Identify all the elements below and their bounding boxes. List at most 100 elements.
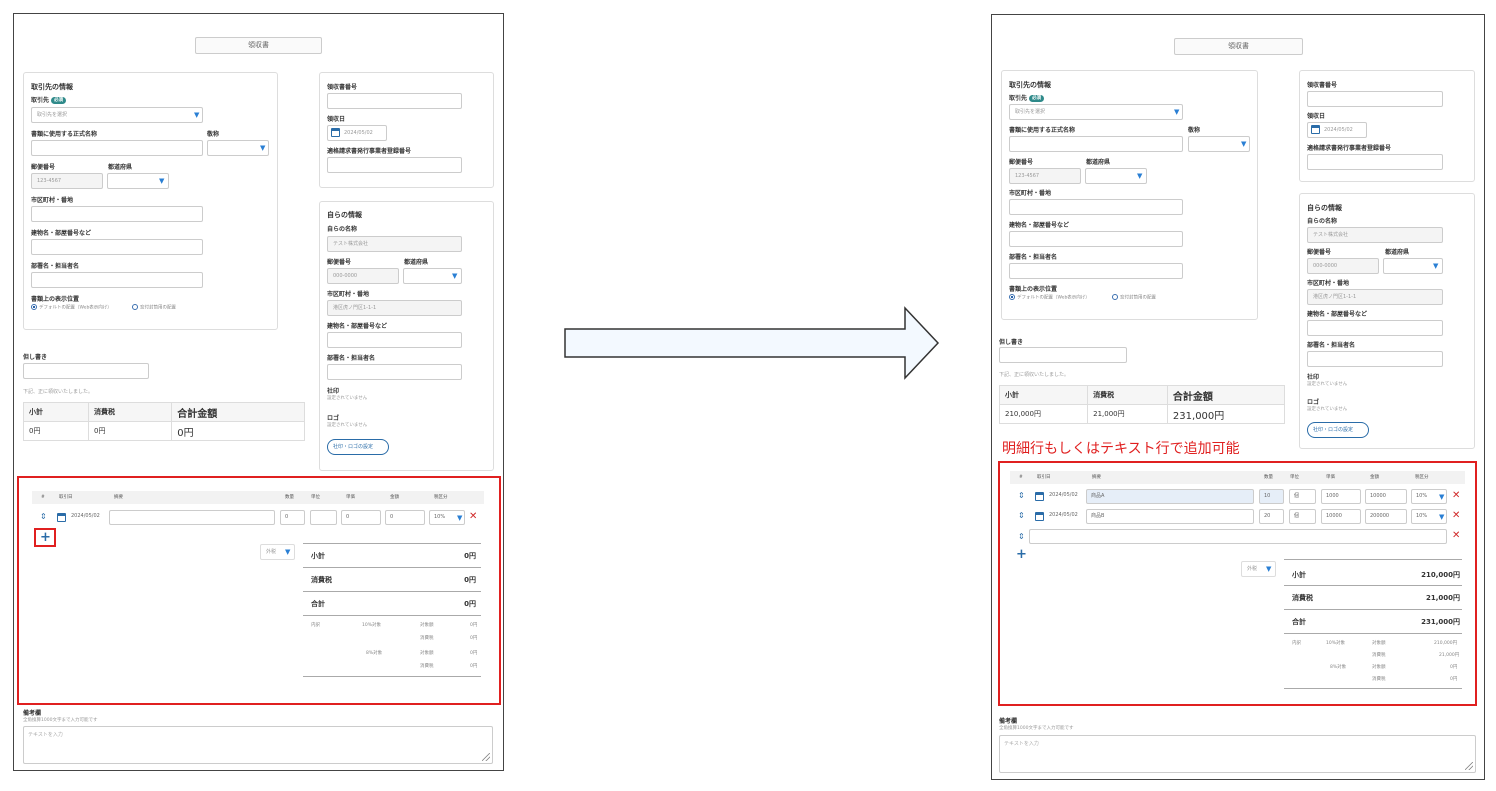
- document-title: 領収書: [1174, 38, 1303, 55]
- own-dept-input[interactable]: [1307, 351, 1443, 367]
- date-cell[interactable]: 2024/05/02: [67, 510, 109, 525]
- drag-handle-icon[interactable]: ⇕: [40, 513, 47, 521]
- radio-default[interactable]: デフォルトの配置（Web表示向け）: [1009, 294, 1090, 301]
- add-row-icon[interactable]: +: [1016, 548, 1027, 561]
- client-heading: 取引先の情報: [1009, 81, 1051, 89]
- calendar-icon[interactable]: [57, 513, 66, 522]
- receipt-date-label: 領収日: [1307, 113, 1326, 120]
- client-select[interactable]: 取引先を選択: [1009, 104, 1183, 120]
- seal-logo-setting-button[interactable]: 社印・ロゴの設定: [1307, 422, 1369, 438]
- postal-input[interactable]: 123-4567: [31, 173, 103, 189]
- own-postal-label: 郵便番号: [1307, 249, 1332, 256]
- summary-subtotal: 小計 210,000円: [1292, 571, 1460, 579]
- remarks-textarea[interactable]: テキストを入力: [23, 726, 493, 764]
- price-cell[interactable]: 1000: [1321, 489, 1361, 504]
- qty-cell[interactable]: 20: [1259, 509, 1284, 524]
- own-city-input[interactable]: 港区虎ノ門区1-1-1: [327, 300, 462, 316]
- amount-cell[interactable]: 10000: [1365, 489, 1407, 504]
- own-postal-input[interactable]: 000-0000: [327, 268, 399, 284]
- seal-label: 社印: [327, 388, 340, 395]
- amount-cell[interactable]: 200000: [1365, 509, 1407, 524]
- calendar-icon[interactable]: [1035, 492, 1044, 501]
- invoice-reg-input[interactable]: [327, 157, 462, 173]
- own-dept-label: 部署名・担当者名: [1307, 342, 1356, 349]
- date-cell[interactable]: 2024/05/02: [1045, 509, 1085, 524]
- desc-cell[interactable]: 商品B: [1086, 509, 1254, 524]
- own-building-input[interactable]: [1307, 320, 1443, 336]
- totals-value: 0円: [88, 421, 173, 441]
- delete-row-icon[interactable]: ✕: [469, 512, 477, 522]
- breakdown-eight: 8%対象: [1330, 665, 1347, 670]
- calendar-icon: [331, 128, 340, 137]
- dept-input[interactable]: [1009, 263, 1183, 279]
- official-name-input[interactable]: [31, 140, 203, 156]
- pref-label: 都道府県: [108, 164, 133, 171]
- official-name-label: 書類に使用する正式名称: [31, 131, 98, 138]
- own-name-input[interactable]: テスト株式会社: [327, 236, 462, 252]
- desc-cell[interactable]: 商品A: [1086, 489, 1254, 504]
- chevron-down-icon: ▼: [1266, 565, 1272, 573]
- unit-cell[interactable]: 個: [1289, 509, 1316, 524]
- add-row-icon[interactable]: +: [40, 531, 51, 544]
- totals-table: 小計 消費税 合計金額 210,000円 21,000円 231,000円: [998, 385, 1286, 424]
- own-postal-input[interactable]: 000-0000: [1307, 258, 1379, 274]
- amount-cell[interactable]: 0: [385, 510, 425, 525]
- remarks-label: 備考欄: [23, 710, 42, 717]
- own-building-input[interactable]: [327, 332, 462, 348]
- official-name-input[interactable]: [1009, 136, 1183, 152]
- remarks-textarea[interactable]: テキストを入力: [999, 735, 1476, 773]
- calendar-icon[interactable]: [1035, 512, 1044, 521]
- qty-cell[interactable]: 10: [1259, 489, 1284, 504]
- dept-label: 部署名・担当者名: [31, 263, 80, 270]
- dept-input[interactable]: [31, 272, 203, 288]
- totals-header: 消費税: [88, 402, 173, 422]
- unit-cell[interactable]: [310, 510, 337, 525]
- own-heading: 自らの情報: [1307, 204, 1342, 212]
- own-pref-label: 都道府県: [1385, 249, 1410, 256]
- date-cell[interactable]: 2024/05/02: [1045, 489, 1085, 504]
- logo-label: ロゴ: [1307, 399, 1320, 406]
- price-cell[interactable]: 10000: [1321, 509, 1361, 524]
- delete-row-icon[interactable]: ✕: [1452, 531, 1460, 541]
- chevron-down-icon: ▼: [1439, 493, 1445, 501]
- price-cell[interactable]: 0: [341, 510, 381, 525]
- totals-value: 0円: [22, 421, 90, 441]
- chevron-down-icon: ▼: [159, 177, 165, 185]
- drag-handle-icon[interactable]: ⇕: [1018, 512, 1025, 520]
- postal-label: 郵便番号: [31, 164, 56, 171]
- postal-input[interactable]: 123-4567: [1009, 168, 1081, 184]
- building-input[interactable]: [31, 239, 203, 255]
- delete-row-icon[interactable]: ✕: [1452, 491, 1460, 501]
- city-input[interactable]: [31, 206, 203, 222]
- breakdown-label: 内訳: [311, 623, 320, 628]
- radio-default[interactable]: デフォルトの配置（Web表示向け）: [31, 304, 112, 311]
- delete-row-icon[interactable]: ✕: [1452, 511, 1460, 521]
- proviso-input[interactable]: [999, 347, 1127, 363]
- proviso-input[interactable]: [23, 363, 149, 379]
- chevron-down-icon: ▼: [1439, 513, 1445, 521]
- radio-window[interactable]: 窓付封筒用の配置: [132, 304, 176, 311]
- own-name-input[interactable]: テスト株式会社: [1307, 227, 1443, 243]
- qty-cell[interactable]: 0: [280, 510, 305, 525]
- desc-cell[interactable]: [109, 510, 275, 525]
- invoice-reg-input[interactable]: [1307, 154, 1443, 170]
- receipt-number-input[interactable]: [1307, 91, 1443, 107]
- text-row-input[interactable]: [1029, 529, 1447, 544]
- own-dept-input[interactable]: [327, 364, 462, 380]
- totals-header: 消費税: [1087, 385, 1168, 405]
- receipt-number-input[interactable]: [327, 93, 462, 109]
- client-select[interactable]: 取引先を選択: [31, 107, 203, 123]
- seal-status: 設定されていません: [327, 396, 368, 401]
- totals-table: 小計 消費税 合計金額 0円 0円 0円: [22, 402, 305, 441]
- unit-cell[interactable]: 個: [1289, 489, 1316, 504]
- breakdown-eight: 8%対象: [366, 651, 383, 656]
- client-info-card: 取引先の情報 取引先 必須 取引先を選択 ▼ 書類に使用する正式名称 敬称 ▼ 郵…: [23, 72, 278, 330]
- building-input[interactable]: [1009, 231, 1183, 247]
- city-input[interactable]: [1009, 199, 1183, 215]
- drag-handle-icon[interactable]: ⇕: [1018, 533, 1025, 541]
- seal-logo-setting-button[interactable]: 社印・ロゴの設定: [327, 439, 389, 455]
- remarks-hint: 全角換算1000文字まで入力可能です: [23, 718, 98, 723]
- own-city-input[interactable]: 港区虎ノ門区1-1-1: [1307, 289, 1443, 305]
- radio-window[interactable]: 窓付封筒用の配置: [1112, 294, 1156, 301]
- drag-handle-icon[interactable]: ⇕: [1018, 492, 1025, 500]
